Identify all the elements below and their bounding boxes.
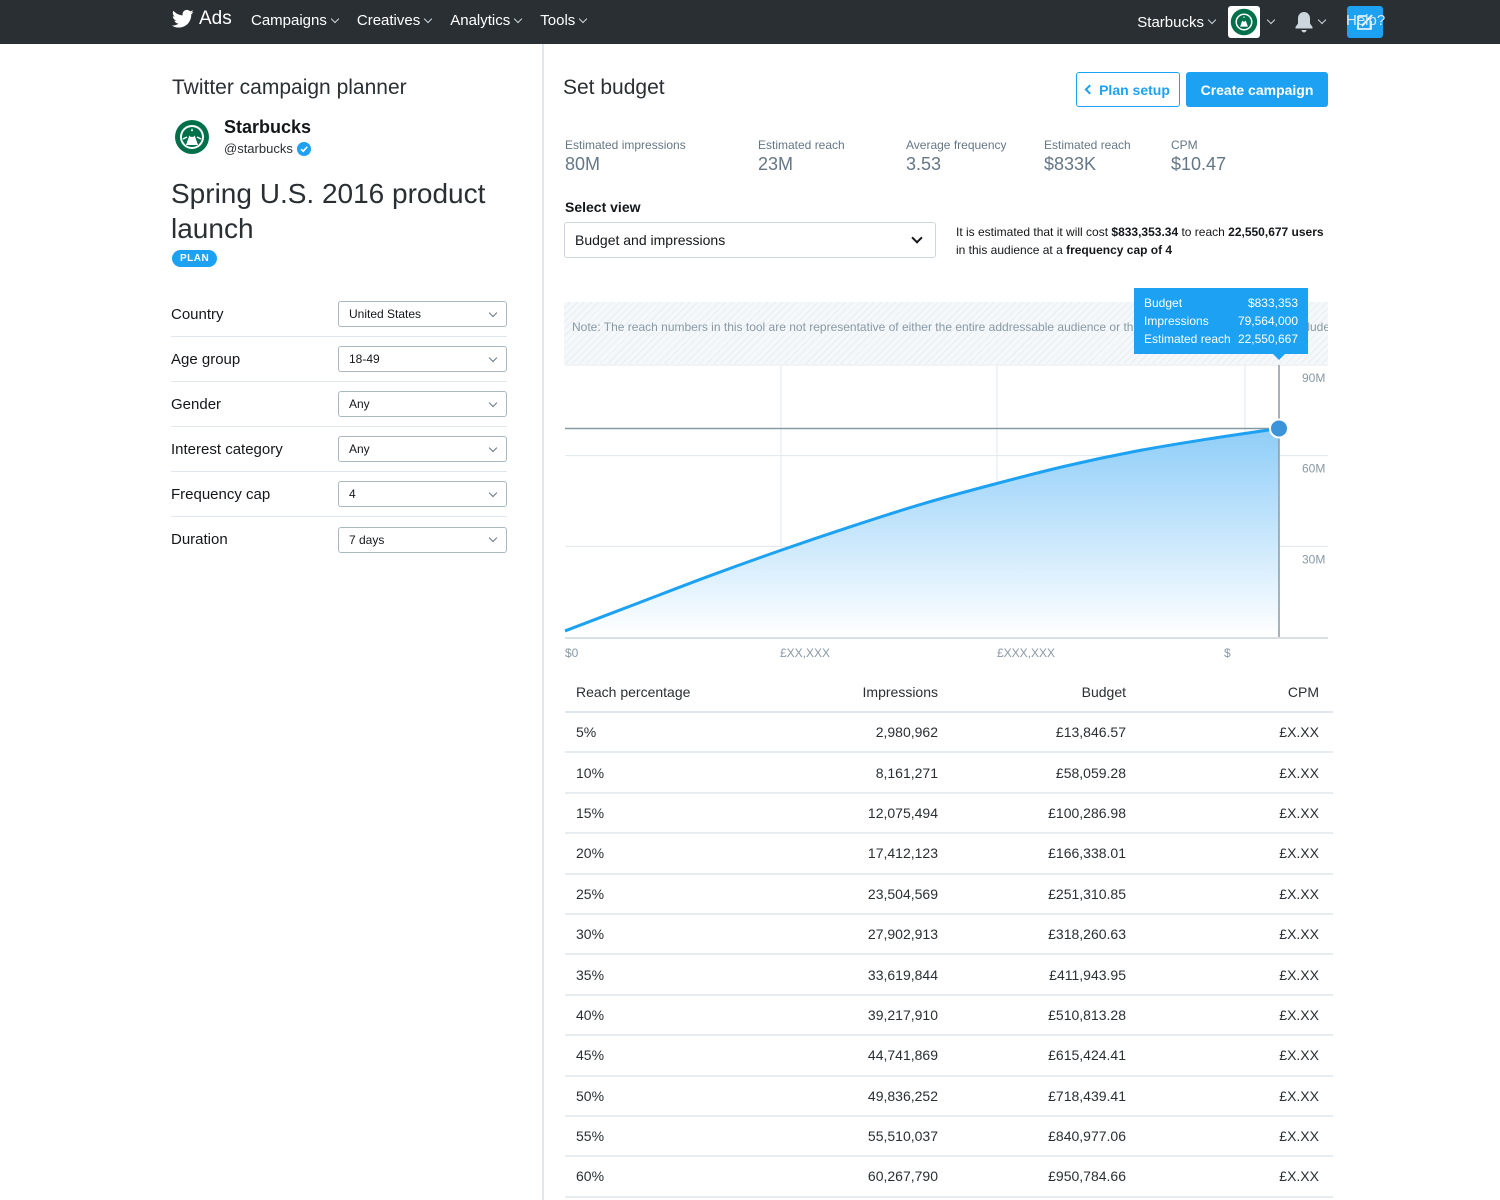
y-tick-label: 90M xyxy=(1302,371,1325,385)
table-cell: £X.XX xyxy=(1279,1128,1319,1145)
table-cell: 17,412,123 xyxy=(867,845,938,862)
column-header[interactable]: Budget xyxy=(938,684,1126,700)
table-cell: 20% xyxy=(576,845,605,862)
x-tick-label: $ xyxy=(1224,646,1231,660)
tooltip-row: Budget $833,353 xyxy=(1144,294,1298,312)
table-cell: £100,286.98 xyxy=(1048,804,1126,821)
tooltip-label: Budget xyxy=(1144,296,1183,310)
x-tick-label: £XX,XXX xyxy=(780,646,830,660)
table-cell: 2,980,962 xyxy=(875,724,938,741)
table-cell: £X.XX xyxy=(1279,1087,1319,1104)
table-cell: £840,977.06 xyxy=(1048,1128,1126,1145)
table-cell: 27,902,913 xyxy=(867,926,938,943)
table-cell: 60,267,790 xyxy=(867,1168,938,1185)
table-cell: 44,741,869 xyxy=(867,1047,938,1064)
y-tick-label: 60M xyxy=(1302,462,1325,476)
column-header[interactable]: CPM xyxy=(1126,684,1319,700)
tooltip-row: Impressions 79,564,000 xyxy=(1144,312,1298,330)
table-cell: £X.XX xyxy=(1279,966,1319,983)
table-cell: £X.XX xyxy=(1279,764,1319,781)
table-cell: £510,813.28 xyxy=(1048,1006,1126,1023)
table-row[interactable]: 15% 12,075,494 £100,286.98 £X.XX xyxy=(565,794,1333,835)
table-row[interactable]: 25% 23,504,569 £251,310.85 £X.XX xyxy=(565,875,1333,915)
table-cell: 55,510,037 xyxy=(867,1128,938,1145)
table-cell: £X.XX xyxy=(1279,1047,1319,1064)
tooltip-label: Impressions xyxy=(1144,314,1209,328)
table-body: 5% 2,980,962 £13,846.57 £X.XX 10% 8,161,271 £5… xyxy=(565,713,1333,1198)
table-row[interactable]: 60% 60,267,790 £950,784.66 £X.XX xyxy=(565,1157,1333,1198)
table-cell: 5% xyxy=(576,724,597,741)
table-cell: 40% xyxy=(576,1006,605,1023)
table-cell: £X.XX xyxy=(1279,1168,1319,1185)
table-row[interactable]: 40% 39,217,910 £510,813.28 £X.XX xyxy=(565,996,1333,1037)
table-cell: £X.XX xyxy=(1279,804,1319,821)
table-header: Reach percentage Impressions Budget CPM xyxy=(565,673,1333,713)
table-row[interactable]: 20% 17,412,123 £166,338.01 £X.XX xyxy=(565,834,1333,875)
table-cell: 49,836,252 xyxy=(867,1087,938,1104)
tooltip-value: $833,353 xyxy=(1247,296,1298,310)
y-tick-label: 30M xyxy=(1302,552,1325,566)
table-cell: 39,217,910 xyxy=(867,1006,938,1023)
table-cell: 8,161,271 xyxy=(875,764,938,781)
table-cell: £58,059.28 xyxy=(1055,764,1126,781)
table-row[interactable]: 50% 49,836,252 £718,439.41 £X.XX xyxy=(565,1077,1333,1117)
table-row[interactable]: 35% 33,619,844 £411,943.95 £X.XX xyxy=(565,955,1333,996)
tooltip-value: 79,564,000 xyxy=(1237,314,1298,328)
table-cell: 12,075,494 xyxy=(867,804,938,821)
tooltip-arrow xyxy=(1273,354,1285,360)
column-header[interactable]: Reach percentage xyxy=(565,684,815,700)
table-cell: 23,504,569 xyxy=(867,885,938,902)
table-cell: 30% xyxy=(576,926,605,943)
x-tick-label: £XXX,XXX xyxy=(997,646,1055,660)
table-cell: £13,846.57 xyxy=(1055,724,1126,741)
table-cell: £251,310.85 xyxy=(1048,885,1126,902)
table-cell: 15% xyxy=(576,804,605,821)
table-row[interactable]: 45% 44,741,869 £615,424.41 £X.XX xyxy=(565,1036,1333,1077)
table-cell: 35% xyxy=(576,966,605,983)
selected-point xyxy=(1269,418,1289,439)
x-tick-label: $0 xyxy=(565,646,579,660)
table-cell: £X.XX xyxy=(1279,885,1319,902)
table-row[interactable]: 30% 27,902,913 £318,260.63 £X.XX xyxy=(565,915,1333,956)
reach-table: Reach percentage Impressions Budget CPM … xyxy=(565,673,1333,1198)
table-cell: £X.XX xyxy=(1279,1006,1319,1023)
table-cell: 45% xyxy=(576,1047,605,1064)
table-row[interactable]: 55% 55,510,037 £840,977.06 £X.XX xyxy=(565,1117,1333,1158)
table-cell: £950,784.66 xyxy=(1048,1168,1126,1185)
table-cell: £X.XX xyxy=(1279,845,1319,862)
table-cell: 25% xyxy=(576,885,605,902)
table-cell: 33,619,844 xyxy=(867,966,938,983)
chart-area xyxy=(565,428,1279,637)
table-cell: £318,260.63 xyxy=(1048,926,1126,943)
table-cell: £X.XX xyxy=(1279,724,1319,741)
table-cell: 55% xyxy=(576,1128,605,1145)
tooltip-label: Estimated reach xyxy=(1144,332,1231,346)
chart-tooltip: Budget $833,353 Impressions 79,564,000 Est… xyxy=(1134,288,1308,354)
column-header[interactable]: Impressions xyxy=(815,684,938,700)
table-cell: £X.XX xyxy=(1279,926,1319,943)
table-cell: £411,943.95 xyxy=(1049,966,1126,983)
table-cell: £615,424.41 xyxy=(1048,1047,1126,1064)
table-cell: 60% xyxy=(576,1168,605,1185)
table-cell: 10% xyxy=(576,764,605,781)
tooltip-value: 22,550,667 xyxy=(1237,332,1298,346)
table-row[interactable]: 5% 2,980,962 £13,846.57 £X.XX xyxy=(565,713,1333,754)
table-row[interactable]: 10% 8,161,271 £58,059.28 £X.XX xyxy=(565,753,1333,794)
table-cell: £166,338.01 xyxy=(1048,845,1126,862)
table-cell: 50% xyxy=(576,1087,605,1104)
table-cell: £718,439.41 xyxy=(1048,1087,1126,1104)
tooltip-row: Estimated reach 22,550,667 xyxy=(1144,330,1298,348)
